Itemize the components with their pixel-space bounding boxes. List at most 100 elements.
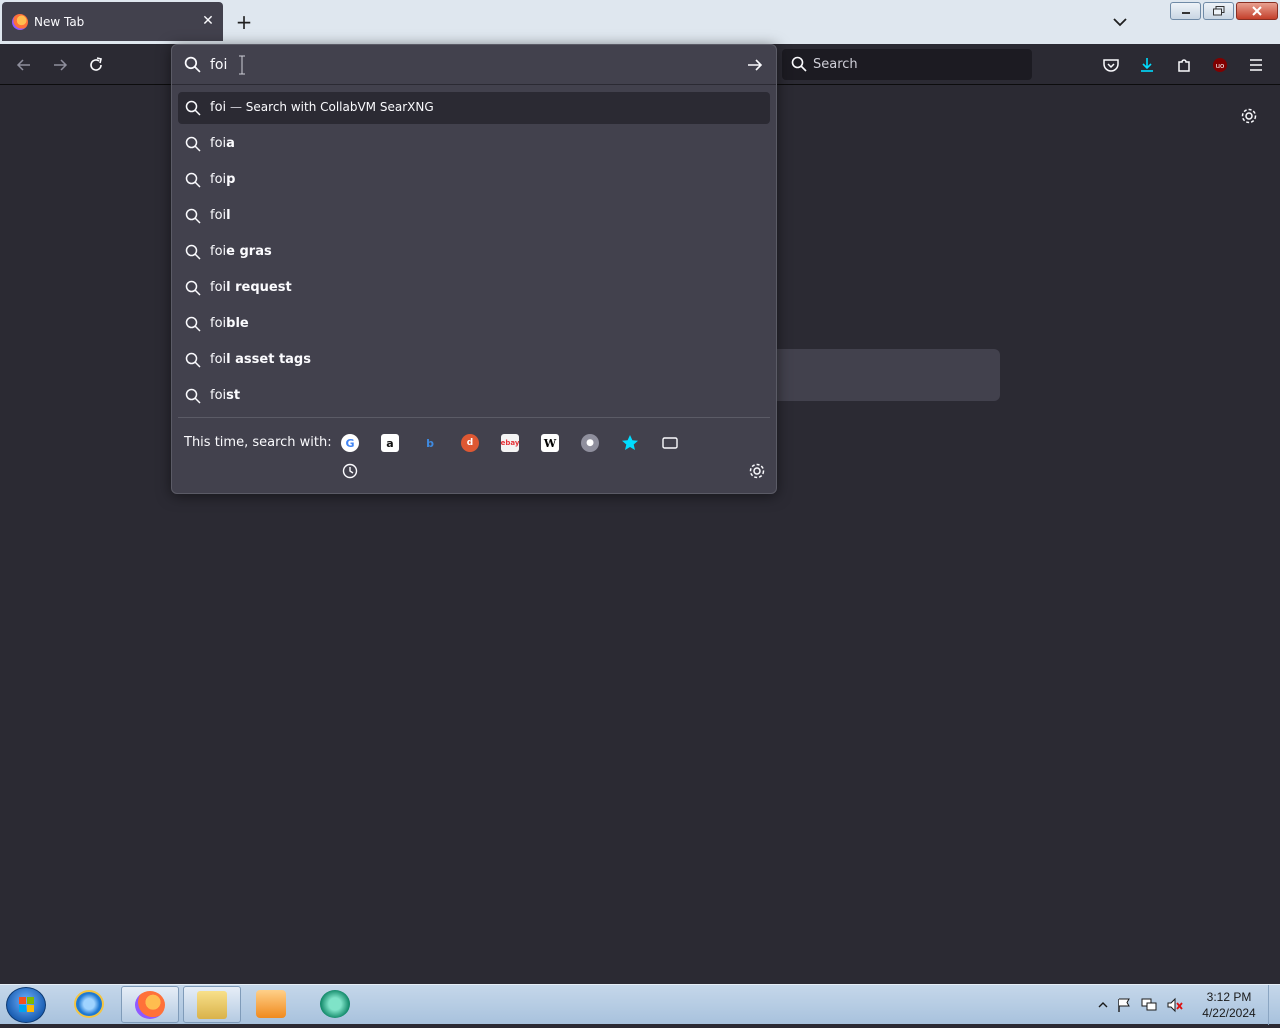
new-tab-button[interactable]: + [234,12,254,32]
wikipedia-icon[interactable]: W [541,434,559,452]
suggestion-label: foie gras [210,244,272,259]
taskbar-explorer[interactable] [183,986,241,1023]
suggestion-typed: foi [210,244,227,259]
window-close-button[interactable] [1236,2,1278,20]
volume-muted-icon[interactable] [1166,997,1184,1013]
suggestion-completion: a [226,136,235,151]
urlbar-input[interactable]: foi [172,45,776,85]
suggestion-label: foist [210,388,240,403]
pocket-icon[interactable] [1102,56,1120,74]
newtab-search-box[interactable] [770,349,1000,401]
ublock-origin-icon[interactable]: uo [1211,56,1229,74]
search-box[interactable]: Search [782,49,1032,80]
chat-app-icon [320,990,350,1018]
downloads-icon[interactable] [1138,56,1156,74]
search-icon [185,172,201,192]
suggestion-label: foil [210,208,231,223]
suggestion-row[interactable]: foil request [178,272,770,304]
suggestion-row[interactable]: foil [178,200,770,232]
suggestion-completion: ble [226,316,249,331]
suggestion-typed: foi [210,100,227,115]
minimize-button[interactable] [1170,2,1201,20]
divider [178,417,770,418]
start-button[interactable] [6,987,46,1023]
text-cursor-icon [239,55,245,75]
suggestion-typed: foi [210,172,227,187]
reload-icon[interactable] [87,56,105,74]
bing-icon[interactable]: b [421,434,439,452]
tab-close-button[interactable]: ✕ [200,13,216,29]
tab-new-tab[interactable]: New Tab ✕ [2,2,223,41]
clock-date: 4/22/2024 [1202,1006,1256,1020]
urlbar-panel: foi foi — Search with CollabVM SearXNG fo… [171,44,777,494]
search-icon [185,244,201,264]
tab-title: New Tab [34,15,85,29]
svg-text:uo: uo [1216,62,1225,70]
suggestion-label: foi — Search with CollabVM SearXNG [210,100,434,115]
history-icon[interactable] [341,462,359,480]
system-tray [1098,995,1184,1015]
suggestion-completion: e gras [226,244,272,259]
google-icon[interactable]: G [341,434,359,452]
show-desktop-button[interactable] [1268,985,1280,1025]
action-center-flag-icon[interactable] [1116,997,1132,1013]
bookmarks-icon[interactable] [621,434,639,452]
duckduckgo-icon[interactable]: d [461,434,479,452]
suggestion-row[interactable]: foil asset tags [178,344,770,376]
suggestion-completion: l request [226,280,292,295]
taskbar-firefox[interactable] [121,986,179,1023]
search-icon [185,208,201,228]
suggestion-row[interactable]: foible [178,308,770,340]
suggestion-row[interactable]: foie gras [178,236,770,268]
back-arrow-icon[interactable] [15,56,33,74]
search-settings-gear-icon[interactable] [748,462,766,480]
search-icon [185,352,201,372]
network-icon[interactable] [1140,997,1158,1013]
suggestion-row[interactable]: foia [178,128,770,160]
search-icon [185,316,201,336]
suggestion-typed: foi [210,388,227,403]
forward-arrow-icon[interactable] [51,56,69,74]
extensions-icon[interactable] [1175,56,1193,74]
suggestion-typed: foi [210,280,227,295]
show-hidden-icons-icon[interactable] [1098,1000,1108,1010]
restore-button[interactable] [1203,2,1234,20]
suggestion-row[interactable]: foist [178,380,770,412]
tabs-icon[interactable] [661,434,679,452]
firefox-icon [135,991,165,1019]
search-placeholder: Search [813,57,858,72]
firefox-icon [12,14,28,30]
suggestion-label: foil request [210,280,292,295]
taskbar-media-player[interactable] [243,986,301,1023]
go-arrow-icon[interactable] [746,56,764,74]
suggestion-completion: st [226,388,241,403]
clock[interactable]: 3:12 PM 4/22/2024 [1196,989,1262,1021]
newtab-settings-gear-icon[interactable] [1240,107,1258,125]
suggestion-label: foia [210,136,235,151]
one-off-search-label: This time, search with: [184,435,332,450]
suggestion-label: foip [210,172,235,187]
suggestion-typed: foi [210,136,227,151]
suggestion-search-action[interactable]: foi — Search with CollabVM SearXNG [178,92,770,124]
suggestion-label: foil asset tags [210,352,311,367]
suggestion-label: foible [210,316,249,331]
taskbar-internet-explorer[interactable] [61,986,119,1023]
taskbar-app[interactable] [307,986,365,1023]
suggestion-row[interactable]: foip [178,164,770,196]
suggestion-action-text: Search with CollabVM SearXNG [245,100,434,114]
windows-taskbar: 3:12 PM 4/22/2024 [0,984,1280,1025]
search-icon [185,280,201,300]
hamburger-menu-icon[interactable] [1247,56,1265,74]
suggestion-separator: — [226,100,246,114]
list-all-tabs-icon[interactable] [1111,13,1129,31]
search-icon [185,136,201,156]
suggestion-completion: l asset tags [226,352,311,367]
windows-logo-icon [19,997,34,1012]
ebay-icon[interactable]: ebay [501,434,519,452]
search-icon [185,100,201,120]
searx-icon[interactable]: ● [581,434,599,452]
search-icon [791,56,807,72]
tab-strip: New Tab ✕ + [0,0,1280,44]
search-icon [184,56,201,73]
amazon-icon[interactable]: a [381,434,399,452]
